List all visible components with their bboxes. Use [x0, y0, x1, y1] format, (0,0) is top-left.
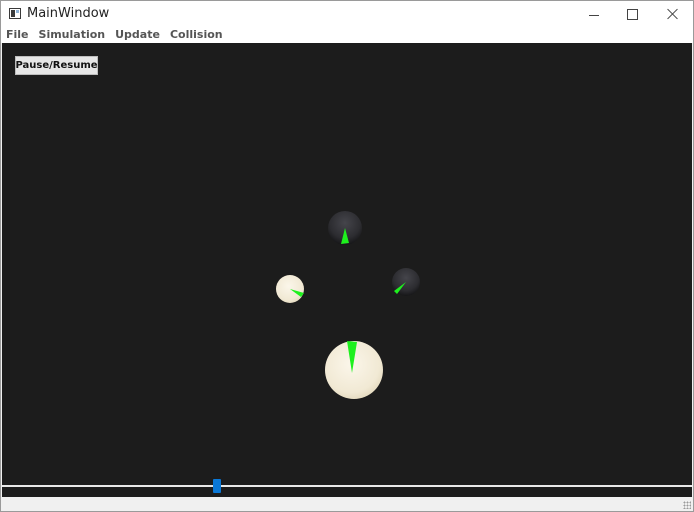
menu-update[interactable]: Update: [110, 28, 165, 42]
maximize-icon: [626, 8, 638, 20]
menu-bar: File Simulation Update Collision: [1, 27, 693, 43]
menu-file[interactable]: File: [1, 28, 34, 42]
resize-grip-icon[interactable]: [683, 501, 691, 509]
ball-dark-right: [392, 268, 420, 296]
title-bar[interactable]: MainWindow: [1, 1, 693, 27]
minimize-icon: [589, 14, 599, 16]
main-window: MainWindow File Simulation Update Collis…: [0, 0, 694, 512]
simulation-scene: [276, 211, 420, 399]
ball-light-bottom: [325, 341, 383, 399]
window-title: MainWindow: [27, 6, 110, 21]
close-icon: [667, 8, 679, 20]
menu-collision[interactable]: Collision: [165, 28, 228, 42]
status-bar: [1, 497, 693, 511]
pause-resume-button[interactable]: Pause/Resume: [15, 56, 98, 75]
slider-track[interactable]: [2, 485, 692, 487]
close-button[interactable]: [651, 1, 693, 27]
menu-simulation[interactable]: Simulation: [34, 28, 111, 42]
simulation-canvas[interactable]: Pause/Resume: [2, 43, 692, 483]
maximize-button[interactable]: [610, 1, 654, 27]
timeline-slider[interactable]: [2, 479, 692, 497]
ball-light-left: [276, 275, 304, 303]
app-icon: [9, 8, 21, 19]
ball-dark-top: [328, 211, 362, 245]
slider-handle[interactable]: [213, 479, 221, 493]
